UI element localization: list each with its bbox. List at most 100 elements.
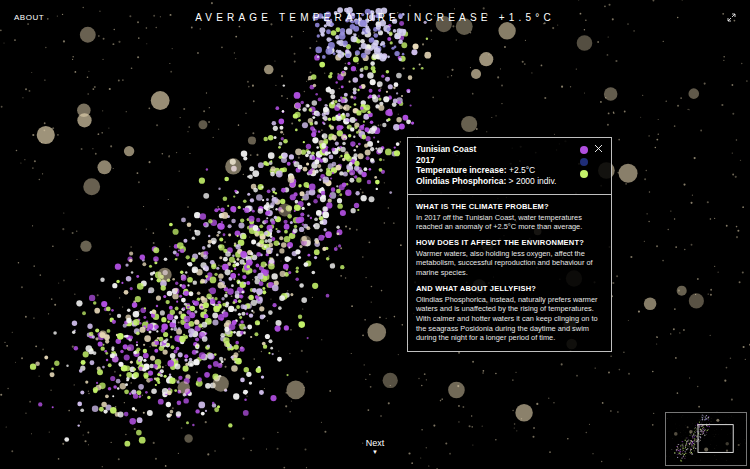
particle: [240, 378, 245, 383]
particle: [270, 166, 275, 171]
particle: [353, 77, 359, 83]
particle: [365, 149, 371, 155]
particle: [16, 150, 18, 152]
particle: [136, 331, 140, 335]
particle: [278, 119, 284, 125]
particle: [0, 394, 2, 396]
particle: [68, 410, 70, 412]
particle: [344, 93, 348, 97]
particle: [361, 67, 363, 69]
particle: [219, 223, 225, 229]
particle: [180, 117, 181, 118]
particle: [646, 213, 647, 214]
particle: [384, 222, 386, 224]
particle: [656, 344, 657, 345]
particle: [337, 229, 343, 235]
particle: [203, 223, 206, 226]
particle: [206, 92, 207, 93]
particle: [189, 153, 190, 154]
particle: [260, 304, 261, 305]
particle: [113, 29, 115, 31]
particle: [644, 241, 645, 242]
particle: [458, 421, 459, 422]
particle: [322, 117, 324, 119]
particle: [658, 119, 659, 120]
particle: [219, 279, 222, 282]
particle: [281, 75, 283, 77]
particle: [341, 71, 347, 77]
particle: [313, 84, 316, 87]
particle: [204, 372, 210, 378]
particle: [692, 195, 693, 196]
particle: [83, 351, 89, 357]
particle: [371, 286, 373, 288]
particle: [349, 170, 355, 176]
particle: [311, 74, 317, 80]
particle: [272, 121, 277, 126]
particle: [172, 278, 175, 281]
particle: [302, 308, 303, 309]
particle: [232, 255, 235, 258]
particle: [45, 47, 46, 48]
particle: [307, 203, 311, 207]
particle: [279, 248, 284, 253]
particle: [255, 295, 259, 299]
particle: [217, 231, 220, 234]
particle: [287, 290, 289, 292]
particle: [268, 339, 272, 343]
particle: [287, 242, 293, 248]
particle: [191, 27, 193, 29]
particle: [256, 288, 263, 295]
particle: [293, 228, 298, 233]
particle: [471, 426, 473, 428]
particle: [306, 162, 309, 165]
particle: [205, 275, 208, 278]
particle: [312, 137, 318, 143]
particle: [259, 224, 263, 228]
particle: [544, 22, 546, 24]
particle: [157, 373, 160, 376]
particle: [74, 294, 75, 295]
particle: [151, 388, 157, 394]
particle: [125, 434, 127, 436]
particle-canvas[interactable]: [0, 0, 750, 469]
particle: [227, 288, 234, 295]
particle: [218, 282, 224, 288]
particle: [137, 56, 139, 58]
particle: [704, 83, 706, 85]
particle: [229, 257, 235, 263]
particle: [92, 148, 93, 149]
particle: [115, 264, 121, 270]
particle: [203, 110, 205, 112]
particle: [536, 403, 538, 405]
particle: [323, 122, 325, 124]
particle: [225, 269, 231, 275]
particle: [247, 176, 249, 178]
particle: [245, 390, 248, 393]
particle: [668, 229, 669, 230]
particle: [406, 89, 410, 93]
particle: [524, 63, 526, 65]
particle: [39, 274, 41, 276]
particle: [278, 146, 281, 149]
particle: [187, 263, 190, 266]
particle: [195, 409, 199, 413]
particle: [315, 93, 318, 96]
particle: [360, 68, 364, 72]
particle: [180, 249, 184, 253]
particle: [267, 265, 268, 266]
particle: [168, 156, 169, 157]
particle: [310, 217, 312, 219]
particle: [332, 135, 337, 140]
particle: [378, 105, 384, 111]
particle: [176, 301, 178, 303]
particle: [316, 112, 321, 117]
particle: [139, 437, 146, 444]
particle: [393, 87, 396, 90]
particle: [174, 389, 177, 392]
particle: [228, 224, 232, 228]
particle: [394, 150, 400, 156]
particle: [208, 121, 210, 123]
particle: [84, 440, 86, 442]
particle: [4, 43, 5, 44]
